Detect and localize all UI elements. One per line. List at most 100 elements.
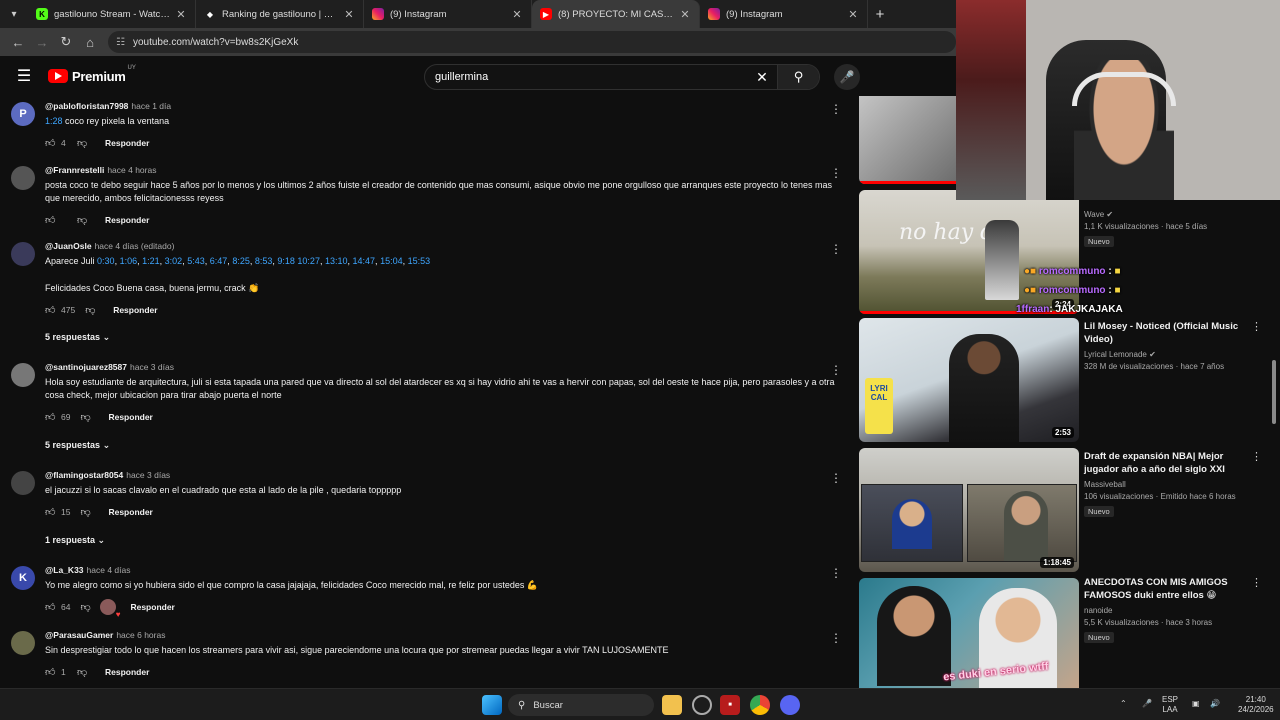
reply-button[interactable]: Responder: [130, 602, 174, 612]
reply-button[interactable]: Responder: [105, 138, 149, 148]
chevron-up-icon[interactable]: ⌃: [1120, 699, 1127, 709]
video-title[interactable]: Draft de expansión NBA| Mejor jugador añ…: [1084, 450, 1244, 476]
like-icon[interactable]: 👍︎: [45, 506, 59, 518]
forward-icon[interactable]: →: [30, 30, 54, 54]
avatar[interactable]: [11, 166, 35, 190]
dislike-icon[interactable]: 👎︎: [77, 214, 91, 226]
close-tab-icon[interactable]: ✕: [175, 8, 187, 21]
new-tab-button[interactable]: +: [868, 6, 892, 23]
timestamp-links[interactable]: 0:30, 1:06, 1:21, 3:02, 5:43, 6:47, 8:25…: [97, 256, 430, 266]
tab-instagram-1[interactable]: (9) Instagram ✕: [364, 0, 532, 28]
reply-button[interactable]: Responder: [105, 215, 149, 225]
reply-button[interactable]: Responder: [113, 305, 157, 315]
discord-icon[interactable]: [780, 695, 800, 715]
view-replies-button[interactable]: 5 respuestas ⌄: [45, 332, 110, 343]
channel-name[interactable]: Massiveball: [1084, 480, 1244, 489]
comment-time[interactable]: hace 6 horas: [116, 630, 165, 640]
search-box[interactable]: guillermina ✕ ⚲: [424, 64, 820, 90]
more-options-icon[interactable]: ⋮: [1251, 320, 1262, 333]
timestamp-link[interactable]: 13:10: [325, 256, 348, 266]
avatar[interactable]: K: [11, 566, 35, 590]
reply-button[interactable]: Responder: [108, 412, 152, 422]
reply-button[interactable]: Responder: [105, 667, 149, 677]
timestamp-link[interactable]: 3:02: [165, 256, 183, 266]
dislike-icon[interactable]: 👎︎: [80, 601, 94, 613]
close-tab-icon[interactable]: ✕: [679, 8, 691, 21]
video-title[interactable]: ANECDOTAS CON MIS AMIGOS FAMOSOS duki en…: [1084, 576, 1244, 602]
comment-author[interactable]: @Frannrestelli: [45, 165, 104, 175]
timestamp-link[interactable]: 5:43: [187, 256, 205, 266]
more-options-icon[interactable]: ⋮: [1251, 576, 1262, 589]
comment-author[interactable]: @santinojuarez8587: [45, 362, 127, 372]
comment-author[interactable]: @La_K33: [45, 565, 84, 575]
like-icon[interactable]: 👍︎: [45, 666, 59, 678]
more-options-icon[interactable]: ⋮: [1251, 450, 1262, 463]
back-icon[interactable]: ←: [6, 30, 30, 54]
clear-search-icon[interactable]: ✕: [747, 69, 777, 86]
comment-time[interactable]: hace 3 días: [126, 470, 170, 480]
close-tab-icon[interactable]: ✕: [343, 8, 355, 21]
taskbar-search[interactable]: ⚲ Buscar: [508, 694, 654, 716]
volume-icon[interactable]: 🔊: [1210, 699, 1220, 709]
timestamp-link[interactable]: 6:47: [210, 256, 228, 266]
close-tab-icon[interactable]: ✕: [847, 8, 859, 21]
timestamp-link[interactable]: 14:47: [353, 256, 376, 266]
comment-author[interactable]: @JuanOsle: [45, 241, 92, 251]
tab-gastilouno-stream[interactable]: K gastilouno Stream - Watch Live ✕: [28, 0, 196, 28]
more-options-icon[interactable]: ⋮: [830, 471, 842, 485]
youtube-logo[interactable]: Premium UY: [48, 65, 136, 84]
avatar[interactable]: [11, 471, 35, 495]
like-icon[interactable]: 👍︎: [45, 304, 59, 316]
clock[interactable]: 21:40 24/2/2026: [1238, 695, 1274, 715]
timestamp-link[interactable]: 15:04: [380, 256, 403, 266]
close-tab-icon[interactable]: ✕: [511, 8, 523, 21]
video-title[interactable]: Lil Mosey - Noticed (Official Music Vide…: [1084, 320, 1244, 346]
comment-author[interactable]: @flamingostar8054: [45, 470, 123, 480]
network-icon[interactable]: ▣: [1192, 699, 1200, 709]
timestamp-link[interactable]: 1:06: [120, 256, 138, 266]
tab-search-icon[interactable]: ▾: [0, 0, 28, 28]
url-field[interactable]: ☷ youtube.com/watch?v=bw8s2KjGeXk: [108, 31, 956, 53]
microphone-icon[interactable]: 🎤: [1142, 699, 1152, 709]
reply-button[interactable]: Responder: [108, 507, 152, 517]
channel-name[interactable]: Wave ✔: [1084, 210, 1244, 219]
comment-time[interactable]: hace 4 días: [87, 565, 131, 575]
timestamp-link[interactable]: 1:28: [45, 116, 63, 126]
microphone-icon[interactable]: 🎤: [834, 64, 860, 90]
timestamp-link[interactable]: 15:53: [408, 256, 431, 266]
more-options-icon[interactable]: ⋮: [830, 566, 842, 580]
menu-icon[interactable]: ☰: [0, 66, 48, 86]
sidebar-scrollbar[interactable]: [1272, 360, 1276, 424]
search-input[interactable]: guillermina: [435, 71, 747, 83]
app-icon[interactable]: ■: [720, 695, 740, 715]
dislike-icon[interactable]: 👎︎: [77, 666, 91, 678]
channel-name[interactable]: Lyrical Lemonade ✔: [1084, 350, 1244, 359]
reload-icon[interactable]: ↻: [54, 30, 78, 54]
dislike-icon[interactable]: 👎︎: [80, 506, 94, 518]
more-options-icon[interactable]: ⋮: [830, 631, 842, 645]
timestamp-link[interactable]: 9:18 10:27: [277, 256, 320, 266]
more-options-icon[interactable]: ⋮: [830, 102, 842, 116]
comment-time[interactable]: hace 1 día: [131, 101, 171, 111]
timestamp-link[interactable]: 0:30: [97, 256, 115, 266]
comment-time[interactable]: hace 4 días (editado): [95, 241, 175, 251]
more-options-icon[interactable]: ⋮: [830, 166, 842, 180]
timestamp-link[interactable]: 8:25: [232, 256, 250, 266]
tab-ranking[interactable]: ◆ Ranking de gastilouno | El mej ✕: [196, 0, 364, 28]
timestamp-link[interactable]: 8:53: [255, 256, 273, 266]
comment-author[interactable]: @ParasauGamer: [45, 630, 113, 640]
comment-time[interactable]: hace 4 horas: [107, 165, 156, 175]
dislike-icon[interactable]: 👎︎: [85, 304, 99, 316]
like-icon[interactable]: 👍︎: [45, 411, 59, 423]
comment-time[interactable]: hace 3 días: [130, 362, 174, 372]
video-thumbnail[interactable]: LYRI CAL 2:53: [859, 318, 1079, 442]
tab-youtube-proyecto[interactable]: ▶ (8) PROYECTO: MI CASA #01 - Y ✕: [532, 0, 700, 28]
chrome-icon[interactable]: [750, 695, 770, 715]
view-replies-button[interactable]: 5 respuestas ⌄: [45, 440, 110, 451]
avatar[interactable]: P: [11, 102, 35, 126]
dislike-icon[interactable]: 👎︎: [80, 411, 94, 423]
timestamp-link[interactable]: 1:21: [142, 256, 160, 266]
obs-icon[interactable]: [692, 695, 712, 715]
view-replies-button[interactable]: 1 respuesta ⌄: [45, 535, 105, 546]
video-thumbnail[interactable]: es duki en serio wtff: [859, 578, 1079, 688]
